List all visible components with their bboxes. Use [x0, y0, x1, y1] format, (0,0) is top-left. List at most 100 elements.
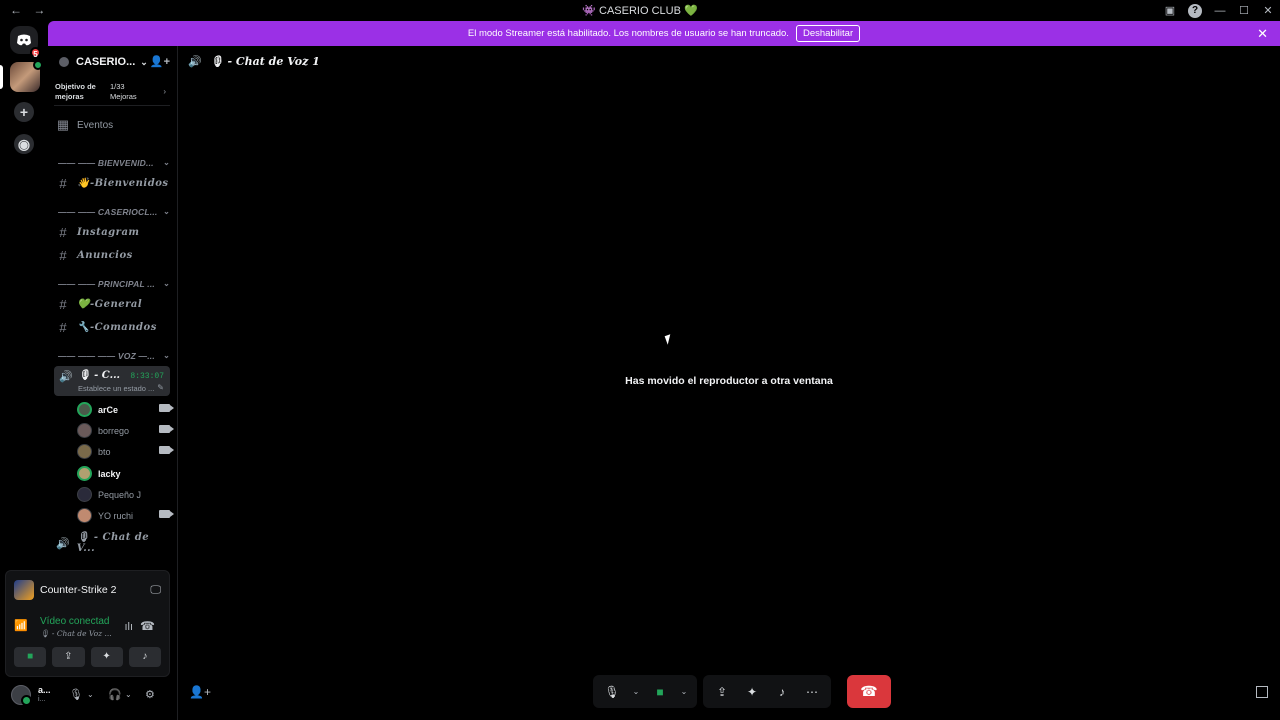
voice-channel-active[interactable]: 🔊 🎙 - C... 8:33:07 Establece un estado .… [54, 366, 170, 396]
activity-panel: Counter-Strike 2 🖵 📶 Vídeo conectad 🎙 - … [5, 570, 170, 677]
server-icon-caserio[interactable] [10, 60, 43, 92]
microphone-icon[interactable]: 🎙 [599, 679, 625, 705]
server-name: CASERIO... [76, 56, 136, 68]
avatar [77, 444, 92, 459]
title-bar: ← → 👾 CASERIO CLUB 💚 ▣ ? — ☐ ✕ [0, 0, 1280, 21]
microphone-icon[interactable]: 🎙 [69, 688, 83, 701]
signal-icon[interactable]: 📶 [14, 619, 28, 632]
minimize-button[interactable]: — [1208, 5, 1232, 17]
hash-icon: # [59, 247, 67, 263]
voice-active-dot [33, 60, 43, 70]
set-status-text[interactable]: Establece un estado ... [78, 384, 154, 393]
avatar [77, 423, 92, 438]
home-button[interactable]: 5 [10, 26, 41, 59]
calendar-icon: ▦ [56, 117, 70, 132]
voice-user[interactable]: arCe [77, 400, 174, 419]
events-label: Eventos [77, 119, 114, 131]
chevron-down-icon: ⌄ [163, 207, 170, 216]
window-controls: ▣ ? — ☐ ✕ [1158, 0, 1280, 21]
call-controls: 🎙 ⌄ ■ ⌄ ⇪ ✦ ♪ ⋯ ☎ [593, 675, 891, 708]
speaker-icon: 🔊 [188, 56, 202, 68]
invite-to-voice-icon[interactable]: 👤+ [189, 685, 211, 699]
voice-user[interactable]: borrego [77, 421, 174, 440]
boost-goal-bar[interactable]: Objetivo de mejoras 1/33 Mejoras › [54, 78, 170, 106]
add-server-icon[interactable]: + [14, 102, 34, 122]
voice-user[interactable]: lacky [77, 464, 170, 483]
category-voz[interactable]: —— —— —— VOZ —... ⌄ [58, 351, 170, 365]
avatar [77, 487, 92, 502]
close-window-button[interactable]: ✕ [1256, 4, 1280, 17]
headphones-icon[interactable]: 🎧 [108, 688, 122, 701]
invite-people-icon[interactable]: 👤+ [150, 55, 170, 68]
maximize-button[interactable]: ☐ [1232, 4, 1256, 17]
avatar [77, 508, 92, 523]
game-icon [14, 580, 34, 600]
channel-comandos[interactable]: # 🔧-Comandos [54, 317, 170, 337]
inbox-icon[interactable]: ▣ [1158, 4, 1182, 17]
more-options-icon[interactable]: ⋯ [799, 679, 825, 705]
share-controls: ⇪ ✦ ♪ ⋯ [703, 675, 831, 708]
avatar[interactable] [11, 685, 32, 706]
game-activity[interactable]: Counter-Strike 2 🖵 [14, 580, 161, 600]
stream-screen-icon[interactable]: 🖵 [150, 584, 161, 597]
chevron-down-icon[interactable]: ⌄ [677, 679, 691, 705]
share-screen-icon[interactable]: ⇪ [709, 679, 735, 705]
channel-general[interactable]: # 💚-General [54, 294, 170, 314]
activities-button[interactable]: ✦ [90, 647, 123, 667]
disconnect-icon[interactable]: ☎ [140, 619, 155, 633]
soundboard-button[interactable]: ♪ [128, 647, 161, 667]
voice-stage: 🔊 🎙 - Chat de Voz 1 Has movido el reprod… [177, 46, 1280, 720]
voice-connected-channel[interactable]: 🎙 - Chat de Voz ... [40, 629, 112, 638]
camera-button[interactable]: ■ [14, 647, 47, 667]
disable-streamer-button[interactable]: Deshabilitar [795, 25, 861, 42]
popout-message: Has movido el reproductor a otra ventana [625, 375, 833, 387]
chevron-down-icon: ⌄ [163, 279, 170, 288]
chevron-down-icon[interactable]: ⌄ [629, 679, 643, 705]
category-bienvenidos[interactable]: —— —— BIENVENID... ⌄ [58, 158, 170, 172]
voice-connection: 📶 Vídeo conectad 🎙 - Chat de Voz ... ılı… [14, 616, 161, 640]
channel-bienvenidos[interactable]: # 👋-Bienvenidos [54, 173, 170, 193]
chevron-down-icon[interactable]: ⌄ [87, 690, 94, 699]
discord-icon [17, 34, 31, 46]
channel-instagram[interactable]: # Instagram [54, 222, 170, 242]
end-call-button[interactable]: ☎ [847, 675, 891, 708]
camera-icon[interactable]: ■ [647, 679, 673, 705]
game-name: Counter-Strike 2 [40, 584, 117, 596]
voice-header: 🔊 🎙 - Chat de Voz 1 [188, 55, 320, 68]
close-banner-icon[interactable]: ✕ [1257, 26, 1268, 42]
channel-anuncios[interactable]: # Anuncios [54, 245, 170, 265]
explore-icon[interactable]: ◉ [14, 134, 34, 154]
voice-timer: 8:33:07 [130, 372, 164, 381]
noise-suppression-icon[interactable]: ılı [124, 621, 133, 633]
hash-icon: # [59, 319, 67, 335]
share-screen-button[interactable]: ⇪ [52, 647, 85, 667]
voice-user[interactable]: bto [77, 442, 174, 461]
voice-channel-2[interactable]: 🔊 🎙 - Chat de V... [54, 532, 170, 554]
gear-icon[interactable]: ⚙ [145, 688, 155, 701]
voice-user[interactable]: Pequeño J [77, 485, 170, 504]
speaker-icon: 🔊 [55, 537, 70, 550]
window-title: 👾 CASERIO CLUB 💚 [582, 5, 698, 17]
avatar [77, 466, 92, 481]
activity-buttons: ■ ⇪ ✦ ♪ [14, 647, 161, 667]
chevron-right-icon: › [163, 86, 166, 96]
chevron-down-icon: ⌄ [163, 158, 170, 167]
fullscreen-icon[interactable] [1256, 686, 1268, 698]
events-item[interactable]: ▦ Eventos [54, 115, 170, 135]
media-controls: 🎙 ⌄ ■ ⌄ [593, 675, 697, 708]
hash-icon: # [59, 224, 67, 240]
chevron-down-icon[interactable]: ⌄ [125, 690, 132, 699]
voice-user[interactable]: YO ruchi [77, 506, 174, 525]
soundboard-icon[interactable]: ♪ [769, 679, 795, 705]
category-principal[interactable]: —— —— PRINCIPAL ... ⌄ [58, 279, 170, 293]
username[interactable]: a... [38, 685, 51, 695]
help-icon[interactable]: ? [1188, 3, 1202, 18]
user-status: i... [38, 696, 46, 703]
server-header[interactable]: CASERIO... ⌄ 👤+ [48, 46, 176, 78]
server-badge-icon [59, 57, 69, 67]
voice-connected-status[interactable]: Vídeo conectad [40, 616, 112, 627]
pencil-icon[interactable]: ✎ [157, 383, 164, 392]
activities-icon[interactable]: ✦ [739, 679, 765, 705]
category-casericlub[interactable]: —— —— CASERIOCL... ⌄ [58, 207, 170, 221]
speaker-icon: 🔊 [59, 371, 73, 383]
